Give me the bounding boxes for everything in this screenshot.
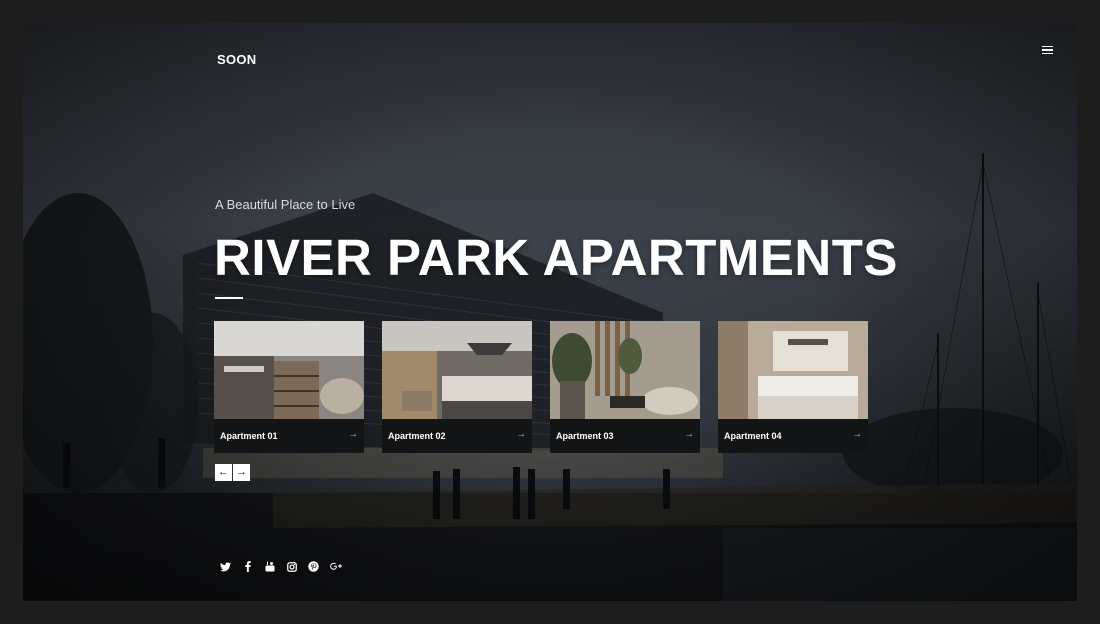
apartment-carousel: Apartment 01 → Apartment 02 → Apartment …	[214, 321, 869, 455]
apartment-card[interactable]: Apartment 03 →	[550, 321, 700, 453]
apartment-card[interactable]: Apartment 02 →	[382, 321, 532, 453]
arrow-right-icon: →	[684, 429, 694, 440]
instagram-icon[interactable]	[285, 560, 298, 573]
arrow-right-icon[interactable]: →	[233, 464, 250, 481]
hero-tagline: A Beautiful Place to Live	[215, 197, 356, 212]
carousel-controls: ← →	[215, 464, 250, 481]
arrow-left-icon[interactable]: ←	[215, 464, 232, 481]
apartment-card[interactable]: Apartment 01 →	[214, 321, 364, 453]
kitchen-island-photo	[382, 321, 532, 419]
card-title: Apartment 04	[724, 431, 782, 441]
arrow-right-icon: →	[516, 429, 526, 440]
hamburger-menu-icon[interactable]	[1040, 43, 1056, 57]
card-title: Apartment 01	[220, 431, 278, 441]
arrow-right-icon: →	[348, 429, 358, 440]
title-divider	[215, 297, 243, 299]
arrow-right-icon: →	[852, 429, 862, 440]
hero-title: RIVER PARK APARTMENTS	[214, 229, 898, 286]
kitchen-living-photo	[214, 321, 364, 419]
twitter-icon[interactable]	[219, 560, 232, 573]
social-links	[219, 560, 342, 573]
card-title: Apartment 03	[556, 431, 614, 441]
card-caption: Apartment 02 →	[382, 419, 532, 453]
hero-section: SOON A Beautiful Place to Live RIVER PAR…	[23, 23, 1077, 601]
living-room-plants-photo	[550, 321, 700, 419]
hero-background-image	[23, 153, 1077, 601]
bathroom-vanity-photo	[718, 321, 868, 419]
card-caption: Apartment 01 →	[214, 419, 364, 453]
brand-logo[interactable]: SOON	[217, 52, 256, 67]
facebook-icon[interactable]	[241, 560, 254, 573]
card-title: Apartment 02	[388, 431, 446, 441]
youtube-icon[interactable]	[263, 560, 276, 573]
apartment-card[interactable]: Apartment 04 →	[718, 321, 868, 453]
pinterest-icon[interactable]	[307, 560, 320, 573]
card-caption: Apartment 03 →	[550, 419, 700, 453]
card-caption: Apartment 04 →	[718, 419, 868, 453]
google-plus-icon[interactable]	[329, 560, 342, 573]
